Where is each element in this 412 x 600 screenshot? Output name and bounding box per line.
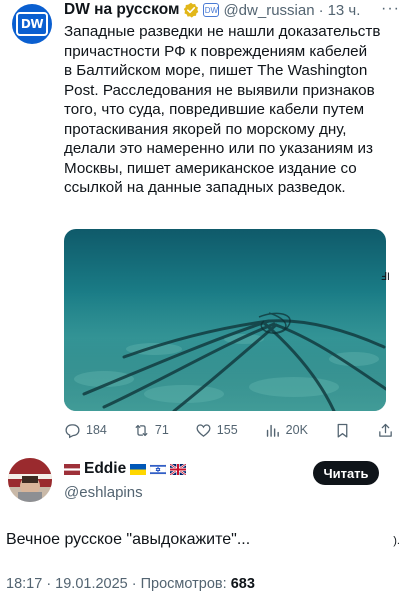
verified-gold-icon [184,2,199,18]
underwater-cables-image [64,229,386,411]
separator-dot: · [318,1,324,19]
dw-avatar[interactable]: DW [12,4,52,44]
tweet-actions-bar: 184 71 155 20K [64,421,394,439]
uk-flag-icon [170,463,187,475]
tweet-time[interactable]: 13 ч. [328,2,361,19]
bookmark-action[interactable] [334,422,351,439]
tweet-meta: 18:17 · 19.01.2025 · Просмотров: 683 [6,576,255,592]
share-action[interactable] [377,422,394,439]
views-count: 20K [285,423,308,437]
heart-icon [196,423,211,437]
affiliation-badge-icon: DW [203,3,220,17]
dw-logo-icon: DW [16,12,48,36]
reply-author-name[interactable]: Eddie [84,460,126,478]
eddie-avatar[interactable] [8,458,52,502]
truncated-text-fragment: ℲI [380,271,390,283]
quoted-tweet-header: DW на русском DW @dw_russian · 13 ч. [64,0,360,20]
views-chart-icon [266,424,279,437]
like-action[interactable]: 155 [195,422,238,439]
avatar-photo [8,458,52,502]
tweet-text: Западные разведки не нашли доказательств… [64,23,381,196]
ukraine-flag-icon [130,463,147,475]
reply-author-handle[interactable]: @eshlapins [64,484,143,501]
reply-count: 184 [86,423,107,437]
tweet-media-image[interactable] [64,229,386,411]
latvia-flag-icon [64,463,80,475]
repost-action[interactable]: 71 [133,422,169,439]
timestamp-and-views-label[interactable]: 18:17 · 19.01.2025 · Просмотров: [6,576,231,592]
reply-action[interactable]: 184 [64,422,107,439]
repost-count: 71 [154,423,169,437]
like-count: 155 [216,423,238,437]
truncated-text-fragment-2: ). [393,535,400,547]
share-icon [379,423,392,437]
author-name[interactable]: DW на русском [64,1,179,19]
reply-icon [65,423,80,438]
more-options-icon[interactable]: ··· [381,0,400,18]
views-action[interactable]: 20K [264,422,308,439]
author-handle[interactable]: @dw_russian [223,2,314,19]
views-number: 683 [230,576,255,592]
reply-text: Вечное русское "авыдокажите"... [6,531,251,548]
reply-tweet-header: Eddie [64,460,187,478]
bookmark-icon [337,423,348,438]
read-button[interactable]: Читать [313,461,379,485]
israel-flag-icon [150,463,167,475]
repost-icon [135,424,148,436]
